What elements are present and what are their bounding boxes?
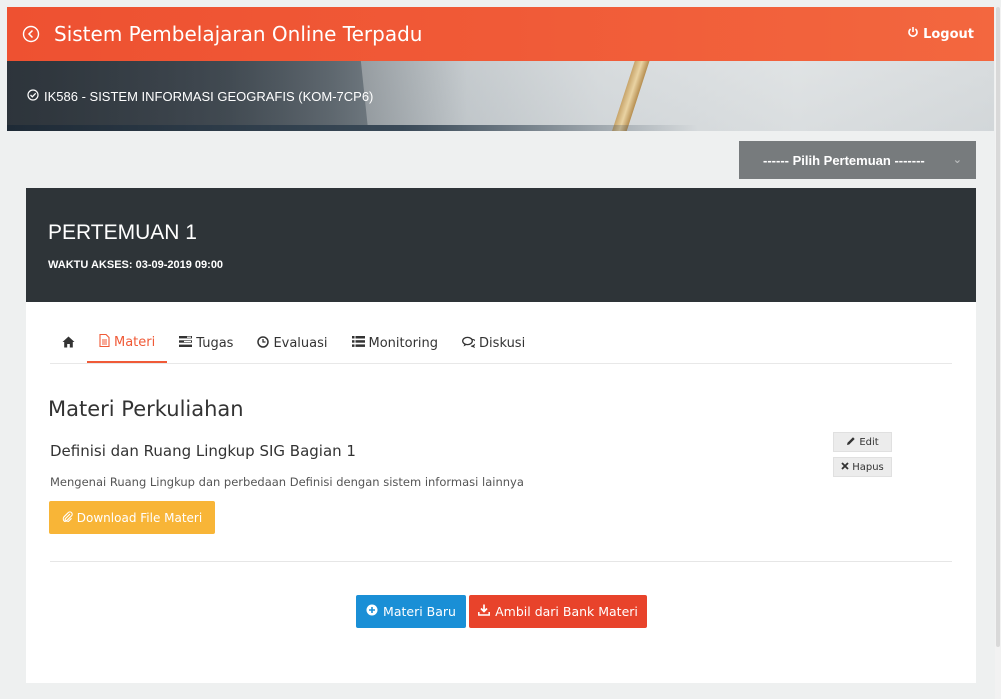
content-card: Materi Tugas Evaluasi Monitoring Diskusi <box>26 302 976 683</box>
materi-title: Definisi dan Ruang Lingkup SIG Bagian 1 <box>50 442 356 460</box>
plus-circle-icon <box>366 604 378 619</box>
meeting-access-time: WAKTU AKSES: 03-09-2019 09:00 <box>48 259 224 271</box>
course-label: IK586 - SISTEM INFORMASI GEOGRAFIS (KOM-… <box>44 89 374 104</box>
tab-tugas[interactable]: Tugas <box>167 323 245 363</box>
materi-description: Mengenai Ruang Lingkup dan perbedaan Def… <box>50 475 524 489</box>
home-icon <box>62 336 75 352</box>
tab-label: Monitoring <box>368 336 439 351</box>
tab-home[interactable] <box>50 323 87 363</box>
bank-materi-button[interactable]: Ambil dari Bank Materi <box>469 595 647 628</box>
chevron-down-icon: ⌄ <box>952 154 962 166</box>
tab-bar: Materi Tugas Evaluasi Monitoring Diskusi <box>50 324 952 364</box>
tab-label: Materi <box>114 335 156 350</box>
course-name: IK586 - SISTEM INFORMASI GEOGRAFIS (KOM-… <box>27 89 373 104</box>
top-navbar: Sistem Pembelajaran Online Terpadu Logou… <box>7 7 994 61</box>
tab-label: Tugas <box>196 336 234 351</box>
tab-monitoring[interactable]: Monitoring <box>340 323 451 363</box>
tab-diskusi[interactable]: Diskusi <box>450 323 537 363</box>
download-label: Download File Materi <box>76 510 203 525</box>
pencil-icon <box>846 436 856 449</box>
tab-label: Evaluasi <box>273 336 328 351</box>
logout-label: Logout <box>923 26 974 42</box>
clock-icon <box>257 335 270 352</box>
edit-label: Edit <box>859 436 879 448</box>
paperclip-icon <box>62 510 73 525</box>
close-icon <box>841 461 849 473</box>
comments-icon <box>462 336 477 352</box>
tab-materi[interactable]: Materi <box>87 323 168 363</box>
meeting-select-value: ------ Pilih Pertemuan ------- <box>763 152 925 168</box>
bank-materi-label: Ambil dari Bank Materi <box>495 604 638 619</box>
tab-evaluasi[interactable]: Evaluasi <box>245 323 339 363</box>
course-banner: IK586 - SISTEM INFORMASI GEOGRAFIS (KOM-… <box>7 61 994 131</box>
list-icon <box>351 336 365 351</box>
meeting-title: PERTEMUAN 1 <box>48 221 197 244</box>
tab-label: Diskusi <box>479 336 526 351</box>
download-file-button[interactable]: Download File Materi <box>49 501 215 534</box>
banner-band <box>7 125 994 131</box>
power-icon <box>907 26 919 42</box>
scrollbar[interactable] <box>995 7 1001 699</box>
delete-button[interactable]: Hapus <box>833 457 892 477</box>
edit-button[interactable]: Edit <box>833 432 892 452</box>
tasks-icon <box>179 336 193 351</box>
new-materi-label: Materi Baru <box>383 604 456 619</box>
logout-button[interactable]: Logout <box>907 26 974 42</box>
app-title: Sistem Pembelajaran Online Terpadu <box>54 22 423 46</box>
file-icon <box>99 333 110 351</box>
check-circle-icon <box>27 89 39 104</box>
delete-label: Hapus <box>852 461 884 473</box>
scrollbar-thumb[interactable] <box>996 7 1000 647</box>
section-title: Materi Perkuliahan <box>48 397 244 421</box>
divider <box>50 561 952 562</box>
meeting-header: PERTEMUAN 1 WAKTU AKSES: 03-09-2019 09:0… <box>26 188 976 302</box>
new-materi-button[interactable]: Materi Baru <box>356 595 466 628</box>
circle-arrow-left-icon[interactable] <box>22 25 40 43</box>
download-icon <box>478 604 491 619</box>
meeting-select[interactable]: ------ Pilih Pertemuan ------- ⌄ <box>739 141 976 179</box>
